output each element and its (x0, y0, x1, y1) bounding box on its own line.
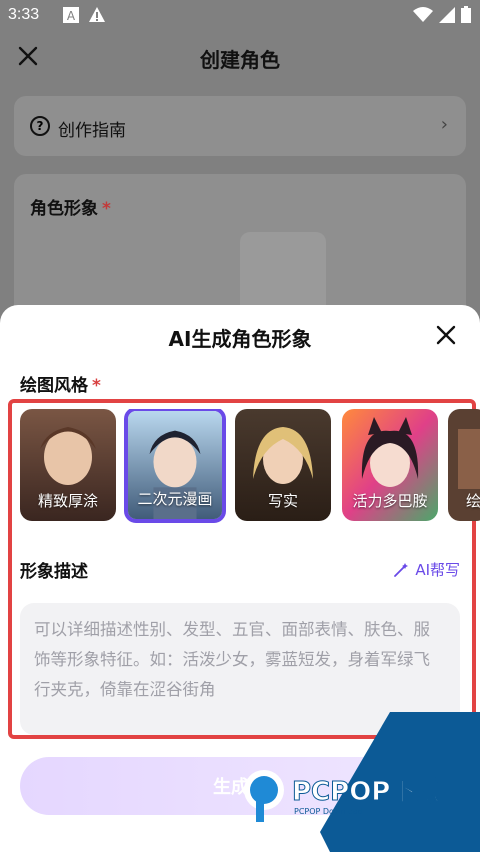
style-option-anime[interactable]: 二次元漫画 (124, 409, 226, 523)
a-icon: A (63, 7, 79, 23)
svg-text:PCPOP Download: PCPOP Download (294, 807, 363, 816)
battery-icon (461, 6, 471, 23)
description-placeholder: 可以详细描述性别、发型、五官、面部表情、肤色、服饰等形象特征。如：活泼少女，雾蓝… (34, 620, 430, 699)
style-option-dopamine[interactable]: 活力多巴胺 (342, 409, 438, 521)
sheet-title: AI生成角色形象 (168, 327, 312, 351)
ai-help-label: AI帮写 (415, 561, 460, 579)
svg-text:PCPOP下载: PCPOP下载 (292, 777, 442, 807)
style-name: 二次元漫画 (137, 490, 213, 508)
pcpop-watermark-logo: PCPOP下载 PCPOP Download (244, 712, 480, 852)
ai-help-write-button[interactable]: AI帮写 (393, 559, 460, 580)
page-title: 创建角色 (200, 48, 280, 72)
warning-icon (89, 7, 105, 22)
role-image-card: 角色形象 * (14, 174, 466, 324)
signal-icon (439, 7, 455, 23)
svg-text:A: A (67, 9, 76, 23)
close-icon[interactable] (434, 323, 458, 347)
style-option-thick-paint[interactable]: 精致厚涂 (20, 409, 116, 521)
style-name: 写实 (267, 492, 298, 510)
style-name: 精致厚涂 (37, 492, 98, 510)
style-list: 精致厚涂 二次元漫画 写实 活力多巴胺 绘 (20, 409, 480, 529)
ai-generate-sheet: AI生成角色形象 绘图风格 * 精致厚涂 二次元漫画 写实 活力多巴胺 绘 形象… (0, 305, 480, 852)
description-title: 形象描述 (20, 562, 88, 582)
background-header: 创建角色 (0, 32, 480, 88)
help-icon: ? (30, 116, 50, 136)
style-option-realistic[interactable]: 写实 (235, 409, 331, 521)
role-image-label: 角色形象 * (30, 199, 111, 219)
wifi-icon (413, 7, 433, 22)
chevron-right-icon: › (440, 114, 448, 135)
creation-guide-label: 创作指南 (58, 121, 126, 141)
drawing-style-label: 绘图风格 * (20, 376, 101, 396)
style-option-partial[interactable]: 绘 (448, 409, 480, 521)
magic-wand-icon (394, 562, 409, 577)
creation-guide-card[interactable]: ? 创作指南 › (14, 96, 466, 156)
style-name: 活力多巴胺 (352, 492, 428, 510)
status-time: 3:33 (8, 6, 40, 23)
style-name: 绘 (466, 492, 480, 510)
status-bar: 3:33 A (0, 0, 480, 32)
